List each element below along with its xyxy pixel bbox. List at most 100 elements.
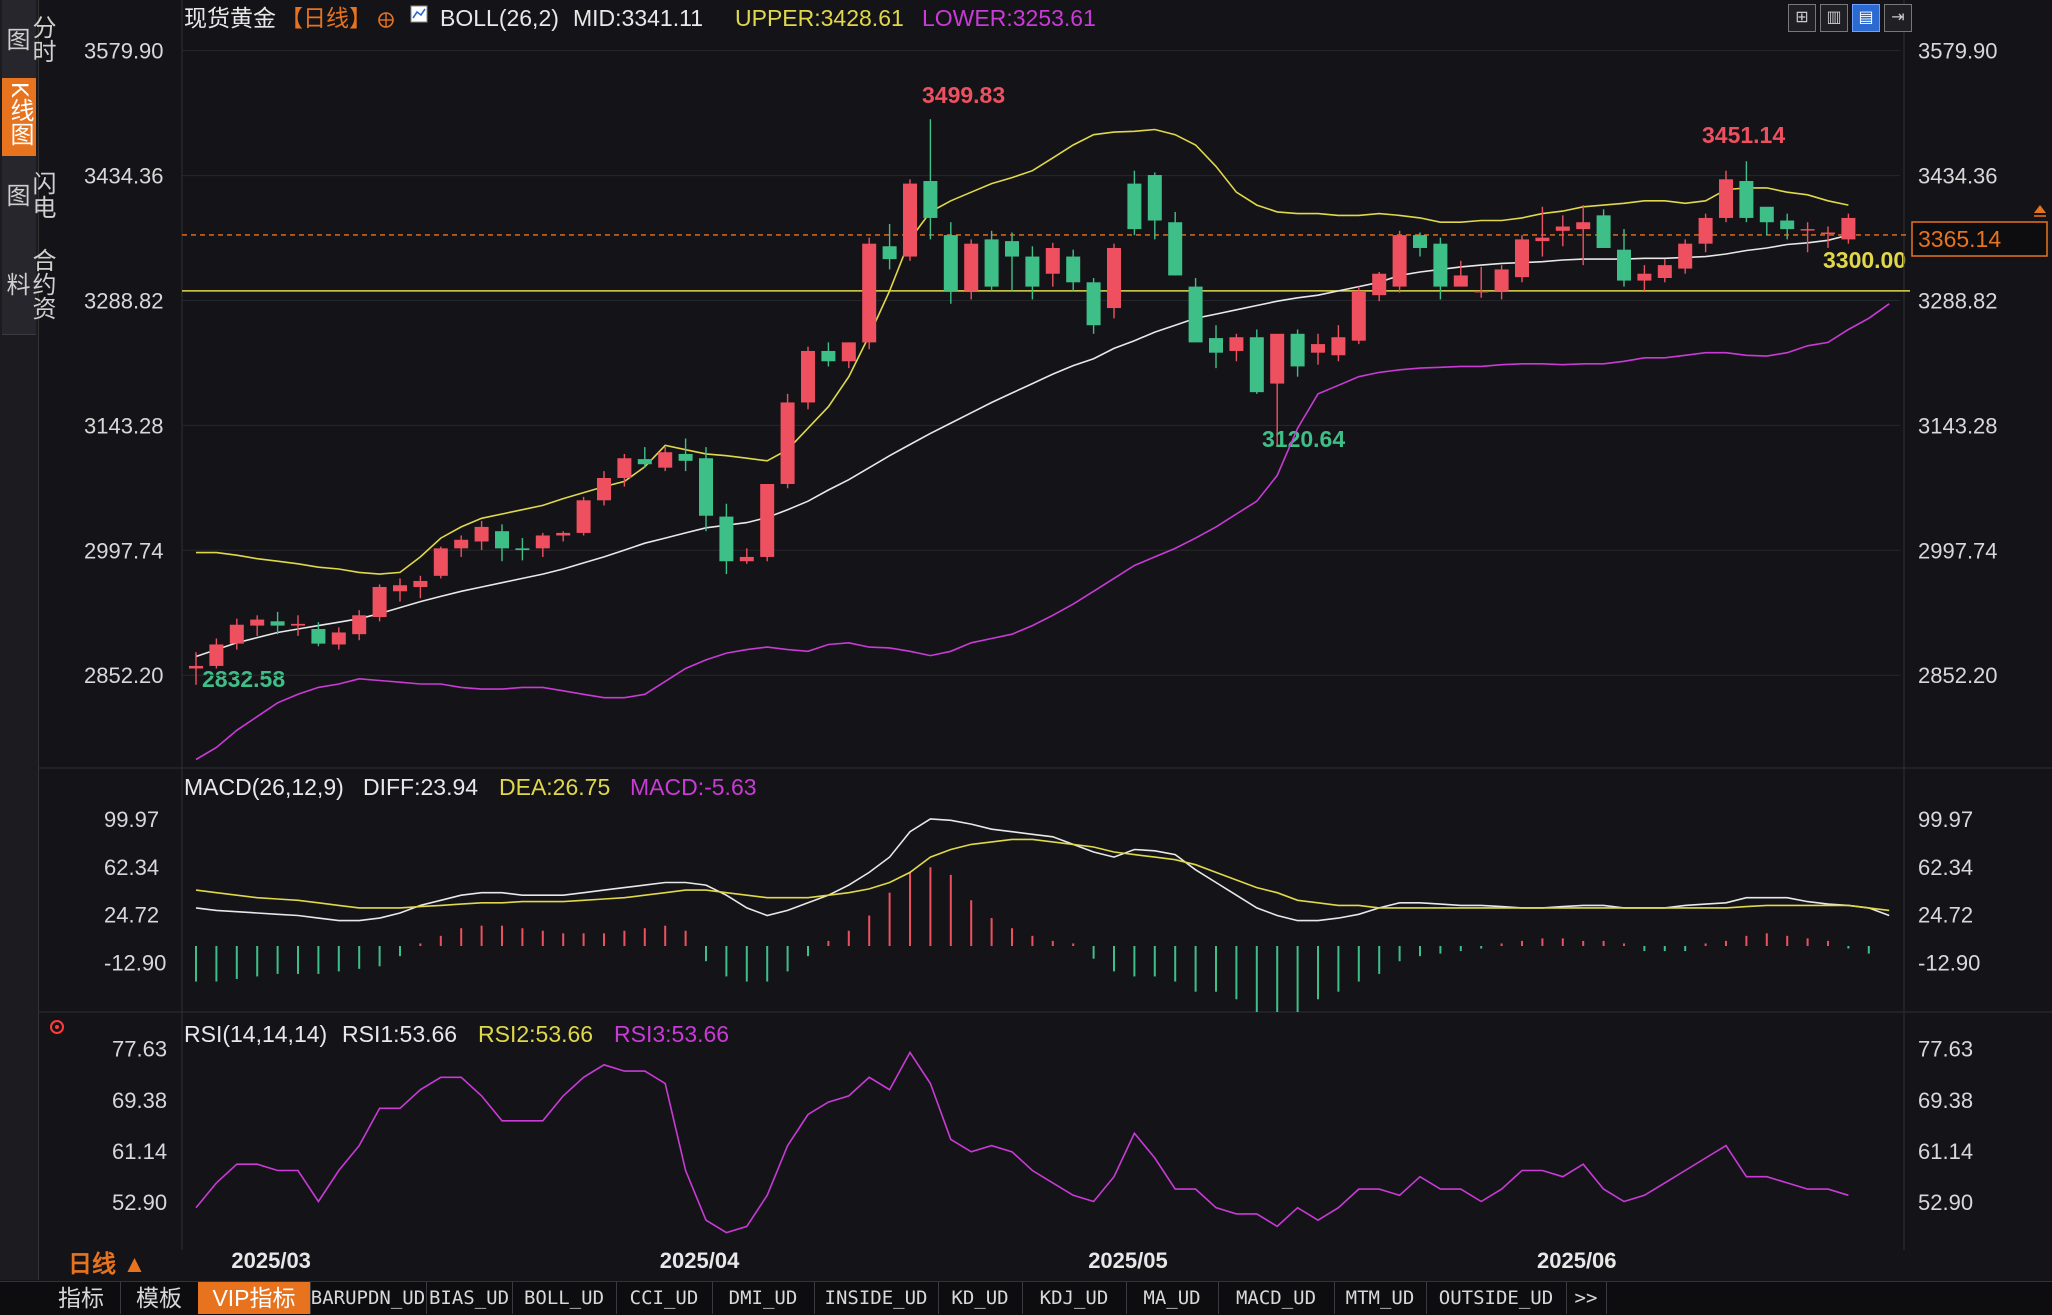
- indicator-tab[interactable]: BIAS_UD: [426, 1282, 513, 1314]
- candle-body: [1127, 183, 1142, 230]
- candle-body: [1270, 333, 1285, 384]
- indicator-toggle-icon[interactable]: [410, 5, 428, 23]
- candle-body: [393, 585, 407, 592]
- candle-body: [1780, 220, 1795, 230]
- boll-mid-value: MID:3341.11: [573, 5, 703, 31]
- candle-body: [739, 556, 754, 562]
- indicator-tab[interactable]: OUTSIDE_UD: [1426, 1282, 1567, 1314]
- indicator-tab[interactable]: MA_UD: [1126, 1282, 1219, 1314]
- boll-lower-line: [195, 303, 1890, 761]
- candle-body: [1249, 337, 1264, 393]
- macd-tick-right: 62.34: [1918, 855, 1973, 880]
- indicator-tab[interactable]: 模板: [120, 1282, 199, 1314]
- high-annotation-2: 3451.14: [1702, 122, 1785, 148]
- candle-body: [1168, 222, 1183, 276]
- candle-body: [984, 239, 999, 287]
- grid-layout-icon[interactable]: ⊞: [1788, 4, 1816, 32]
- price-tick-right: 2852.20: [1918, 663, 1998, 688]
- candle-body: [1433, 243, 1448, 287]
- candle-body: [658, 452, 673, 468]
- indicator-tab[interactable]: VIP指标: [198, 1282, 311, 1314]
- candle-body: [250, 619, 265, 626]
- kline-layout-icon[interactable]: ▤: [1852, 4, 1880, 32]
- rsi-tick-left: 61.14: [112, 1139, 167, 1164]
- candle-body: [413, 580, 428, 587]
- fullscreen-icon[interactable]: ⇥: [1884, 4, 1912, 32]
- candle-body: [454, 539, 469, 549]
- candle-body: [576, 500, 591, 533]
- candle-body: [1576, 222, 1591, 230]
- candle-body: [1637, 273, 1652, 281]
- period-label[interactable]: 【日线】: [280, 5, 372, 31]
- candle-body: [617, 458, 632, 478]
- candle-body: [1290, 333, 1305, 367]
- indicator-tab[interactable]: BOLL_UD: [512, 1282, 617, 1314]
- low-annotation: 2832.58: [202, 666, 285, 692]
- candle-body: [841, 342, 856, 362]
- candle-body: [1086, 282, 1101, 326]
- x-axis-label: 2025/06: [1537, 1248, 1617, 1273]
- rsi-tick-left: 52.90: [112, 1190, 167, 1215]
- candle-body: [1229, 337, 1244, 351]
- indicator-tab[interactable]: MACD_UD: [1218, 1282, 1335, 1314]
- macd-tick-left: 62.34: [104, 855, 159, 880]
- candle-body: [352, 615, 367, 635]
- candle-body: [1759, 206, 1774, 223]
- price-tick-right: 2997.74: [1918, 538, 1998, 563]
- macd-dea-line: [195, 838, 1890, 912]
- candle-body: [474, 526, 489, 542]
- candle-body: [903, 183, 917, 257]
- chart-layout-icon[interactable]: ▥: [1820, 4, 1848, 32]
- candle-body: [1821, 232, 1835, 235]
- rsi-tick-right: 69.38: [1918, 1088, 1973, 1113]
- candle-body: [1025, 256, 1040, 287]
- rsi-tick-right: 52.90: [1918, 1190, 1973, 1215]
- candle-body: [311, 629, 326, 644]
- candle-body: [1617, 249, 1631, 281]
- rsi1-value: RSI1:53.66: [342, 1021, 457, 1047]
- period-indicator[interactable]: 日线 ▲: [68, 1251, 146, 1278]
- rsi-tick-right: 61.14: [1918, 1139, 1973, 1164]
- alert-arrow-icon[interactable]: [2034, 205, 2046, 217]
- candle-body: [699, 458, 713, 516]
- candle-body: [1678, 243, 1693, 269]
- indicator-tab[interactable]: >>: [1566, 1282, 1607, 1314]
- candle-body: [1739, 181, 1754, 218]
- candle-body: [372, 586, 387, 618]
- support-level-label: 3300.00: [1823, 247, 1906, 273]
- macd-tick-right: -12.90: [1918, 950, 1980, 975]
- rsi-tick-right: 77.63: [1918, 1037, 1973, 1062]
- candle-body: [1392, 235, 1407, 287]
- candle-body: [760, 483, 775, 557]
- candle-body: [801, 350, 815, 403]
- indicator-tab[interactable]: CCI_UD: [616, 1282, 713, 1314]
- boll-upper-line: [196, 128, 1849, 575]
- indicator-tab[interactable]: KD_UD: [938, 1282, 1023, 1314]
- candle-body: [1657, 265, 1672, 279]
- indicator-tab[interactable]: KDJ_UD: [1022, 1282, 1127, 1314]
- price-tick-right: 3288.82: [1918, 288, 1998, 313]
- rsi-tick-left: 77.63: [112, 1037, 167, 1062]
- indicator-tab[interactable]: DMI_UD: [712, 1282, 815, 1314]
- indicator-tab[interactable]: INSIDE_UD: [814, 1282, 939, 1314]
- indicator-tab[interactable]: MTM_UD: [1334, 1282, 1427, 1314]
- candle-body: [821, 350, 836, 362]
- candle-body: [1331, 337, 1346, 356]
- indicator-tab[interactable]: 指标: [42, 1282, 121, 1314]
- x-axis-label: 2025/05: [1088, 1248, 1168, 1273]
- crosshair-icon[interactable]: [378, 12, 394, 28]
- candle-body: [1209, 338, 1223, 353]
- x-axis-label: 2025/04: [660, 1248, 740, 1273]
- x-axis-label: 2025/03: [231, 1248, 311, 1273]
- macd-tick-left: -12.90: [104, 950, 166, 975]
- candle-body: [882, 246, 897, 260]
- current-price-tag: 3365.14: [1911, 221, 2048, 257]
- price-tick-right: 3434.36: [1918, 164, 1998, 189]
- indicator-tab[interactable]: BARUPDN_UD: [310, 1282, 427, 1314]
- settings-icon[interactable]: [50, 1020, 64, 1034]
- kline-chart[interactable]: 现货黄金 【日线】 BOLL(26,2) MID:3341.11 UPPER:3…: [0, 0, 2052, 1281]
- candle-body: [535, 535, 550, 549]
- candle-body: [189, 665, 203, 669]
- candle-body: [964, 243, 979, 291]
- candle-body: [291, 623, 305, 626]
